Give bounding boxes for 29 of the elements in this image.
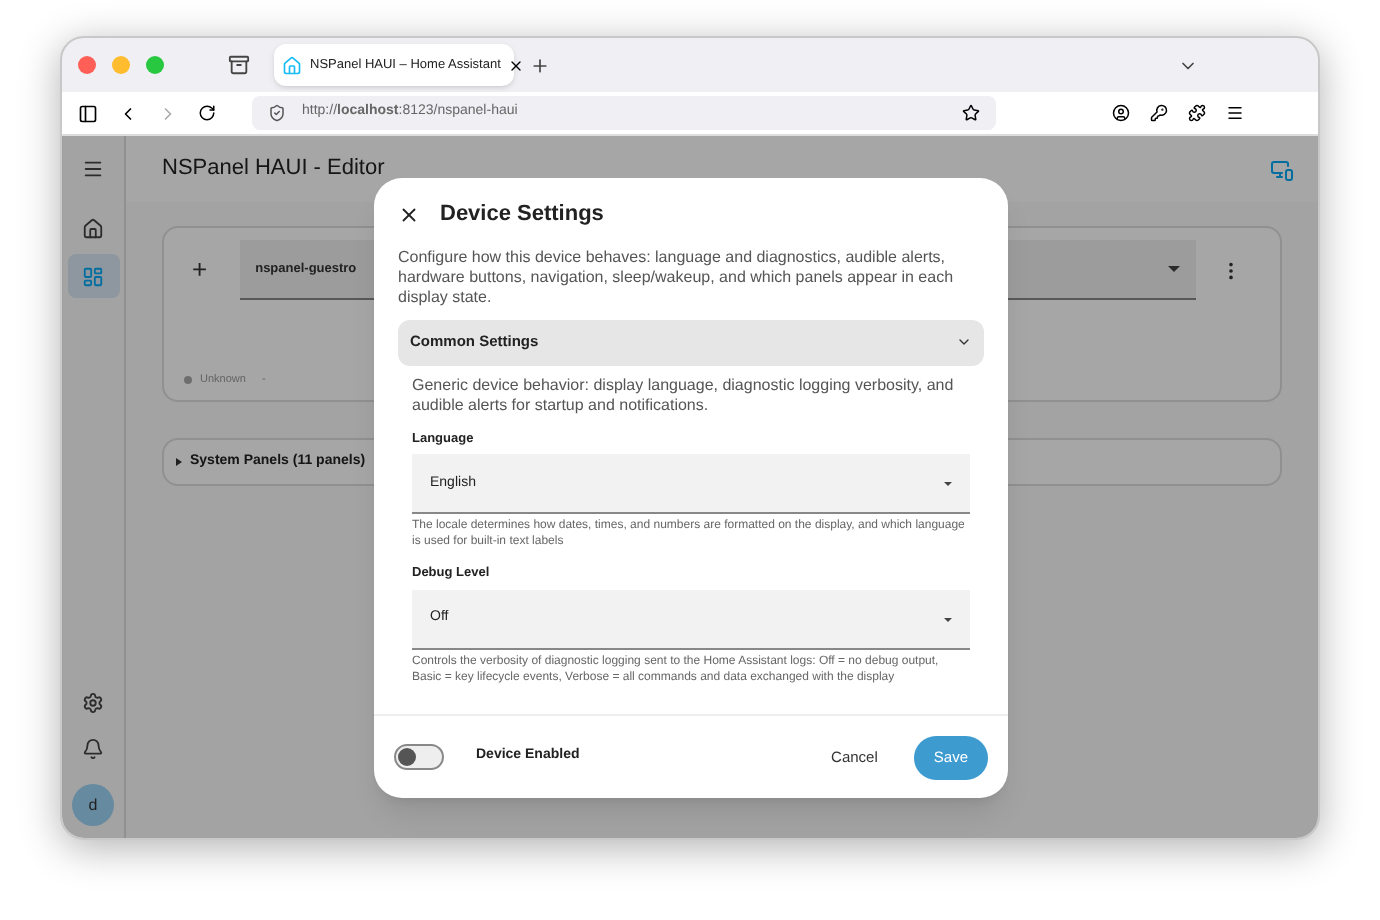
bell-icon[interactable] — [82, 738, 104, 760]
account-icon[interactable] — [1112, 104, 1130, 122]
key-icon[interactable] — [1150, 104, 1168, 122]
new-tab-icon[interactable] — [530, 55, 550, 75]
tab-overview-icon[interactable] — [228, 54, 250, 76]
sidebar-toggle-icon[interactable] — [78, 103, 98, 123]
page-title: NSPanel HAUI - Editor — [162, 154, 385, 185]
dropdown-caret-icon — [944, 617, 952, 621]
add-button[interactable]: + — [184, 250, 216, 290]
dropdown-caret-icon — [944, 481, 952, 486]
dialog-title: Device Settings — [440, 200, 604, 230]
bookmark-star-icon[interactable] — [962, 104, 980, 122]
extensions-icon[interactable] — [1188, 104, 1206, 122]
device-enabled-switch[interactable] — [394, 744, 444, 770]
home-icon — [82, 217, 104, 239]
site-icon — [282, 55, 302, 75]
shield-icon — [268, 104, 286, 122]
dialog-description: Configure how this device behaves: language and diagnostics, audible alerts, hardware buttons, navigation, sleep/wakeup, and which panels appear in each display state. — [398, 247, 956, 307]
settings-icon[interactable] — [82, 692, 104, 714]
switch-thumb — [398, 748, 416, 766]
panel-icon — [82, 265, 104, 287]
close-icon[interactable] — [398, 203, 420, 226]
section-description: Generic device behavior: display language, diagnostic logging verbosity, and audible alerts for startup and notifications. — [412, 375, 956, 415]
menu-icon[interactable] — [1226, 104, 1244, 122]
close-tab-icon[interactable] — [508, 57, 525, 73]
close-window-icon[interactable] — [78, 56, 96, 74]
dropdown-caret-icon — [1167, 266, 1180, 272]
user-avatar[interactable]: d — [72, 784, 114, 826]
reload-icon[interactable] — [198, 104, 216, 122]
